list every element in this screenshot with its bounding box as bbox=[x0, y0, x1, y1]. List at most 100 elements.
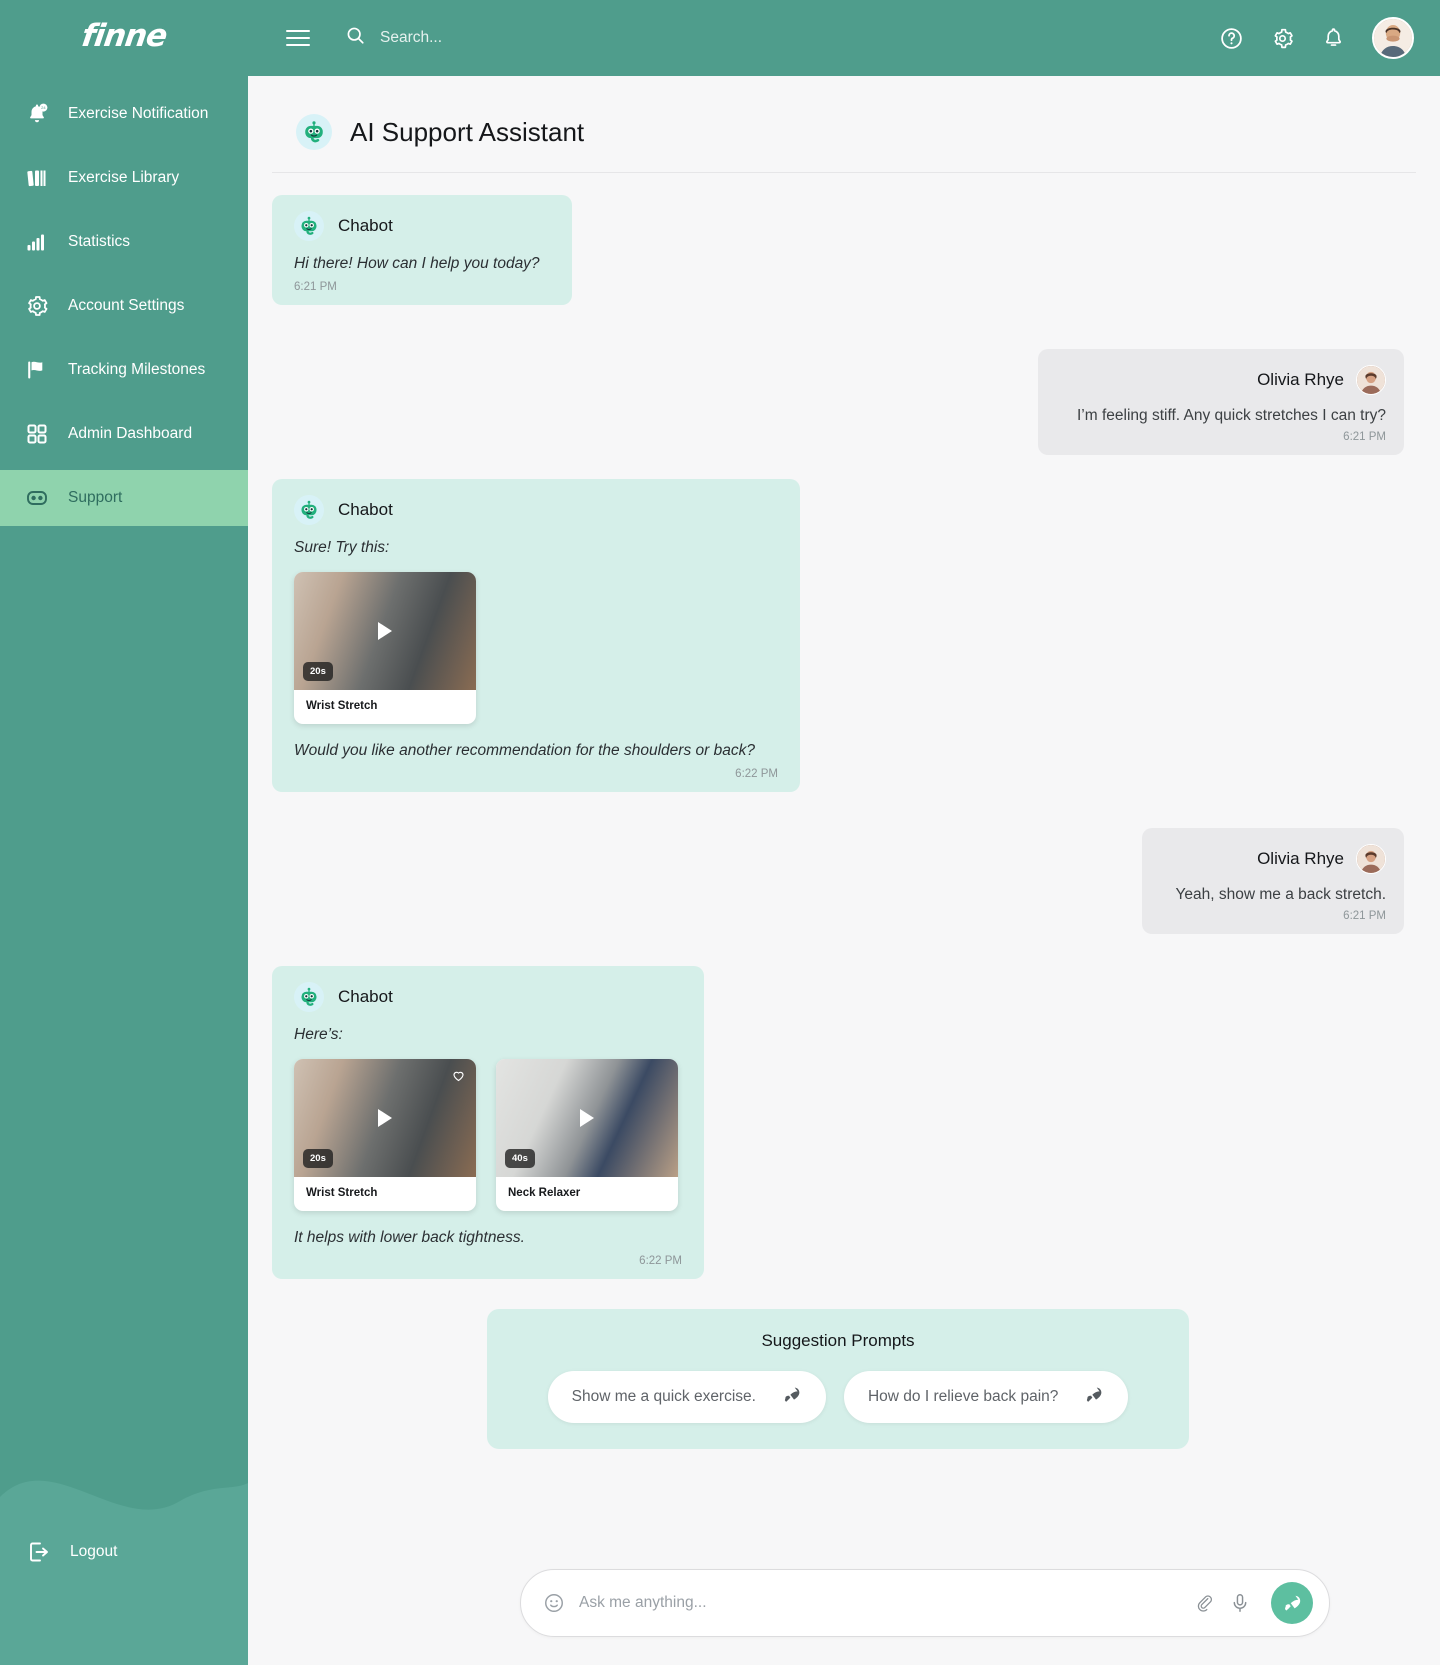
bot-sender-name: Chabot bbox=[338, 500, 393, 520]
user-message-header: Olivia Rhye bbox=[1164, 844, 1386, 875]
suggestion-prompts-title: Suggestion Prompts bbox=[761, 1331, 915, 1351]
gear-icon[interactable] bbox=[1270, 26, 1295, 51]
message-timestamp: 6:21 PM bbox=[1343, 910, 1386, 923]
bot-message-header: Chabot bbox=[294, 211, 550, 241]
microphone-icon[interactable] bbox=[1229, 1592, 1251, 1614]
suggestion-prompts-panel: Suggestion Prompts Show me a quick exerc… bbox=[487, 1309, 1189, 1450]
user-message-text: Yeah, show me a back stretch. bbox=[1175, 886, 1386, 904]
video-card-title: Neck Relaxer bbox=[508, 1186, 581, 1199]
user-sender-name: Olivia Rhye bbox=[1257, 370, 1344, 390]
video-duration-badge: 20s bbox=[303, 1148, 333, 1168]
video-card[interactable]: 20s Wrist Stretch bbox=[294, 571, 476, 724]
message-row: Chabot Sure! Try this: 20s Wrist Stretch bbox=[272, 479, 1404, 793]
play-icon[interactable] bbox=[378, 1108, 392, 1127]
paperclip-icon[interactable] bbox=[1193, 1592, 1215, 1614]
user-message-bubble: Olivia Rhye I’m feeling stiff. Any quick… bbox=[1038, 349, 1404, 456]
sidebar-item-support[interactable]: Support bbox=[0, 470, 248, 526]
rocket-icon bbox=[782, 1385, 802, 1410]
sidebar-item-label: Account Settings bbox=[68, 297, 185, 314]
brand-name: finne bbox=[79, 18, 169, 54]
play-icon[interactable] bbox=[378, 621, 392, 640]
smiley-icon[interactable] bbox=[543, 1592, 565, 1614]
video-card-list: 20s Wrist Stretch bbox=[294, 571, 778, 724]
sidebar-item-label: Admin Dashboard bbox=[68, 425, 193, 442]
sidebar-item-exercise-notification[interactable]: 24 Exercise Notification bbox=[0, 86, 248, 142]
video-card-list: 20s Wrist Stretch 40s Neck Relaxer bbox=[294, 1058, 682, 1211]
user-message-text: I’m feeling stiff. Any quick stretches I… bbox=[1077, 407, 1386, 425]
bot-message-bubble: Chabot Hi there! How can I help you toda… bbox=[272, 195, 572, 306]
suggestion-pill-back-pain[interactable]: How do I relieve back pain? bbox=[843, 1371, 1129, 1424]
avatar[interactable] bbox=[1372, 17, 1414, 59]
suggestion-pill-label: How do I relieve back pain? bbox=[867, 1388, 1059, 1406]
bot-message-header: Chabot bbox=[294, 982, 682, 1013]
main-area: AI Support Assistant Chabot Hi there! Ho… bbox=[248, 0, 1440, 1665]
sidebar-item-account-settings[interactable]: Account Settings bbox=[0, 278, 248, 334]
video-thumbnail[interactable]: 20s bbox=[294, 571, 476, 690]
robot-avatar-icon bbox=[294, 211, 324, 241]
page-title-bar: AI Support Assistant bbox=[272, 76, 1416, 173]
sidebar-item-exercise-library[interactable]: Exercise Library bbox=[0, 150, 248, 206]
message-input[interactable] bbox=[579, 1594, 1179, 1612]
sidebar-item-label: Support bbox=[68, 489, 123, 506]
message-timestamp: 6:21 PM bbox=[294, 281, 337, 294]
sidebar-wave-decoration bbox=[0, 1480, 248, 1665]
robot-avatar-icon bbox=[294, 982, 324, 1013]
video-card-title: Wrist Stretch bbox=[306, 1186, 378, 1199]
video-thumbnail[interactable]: 20s bbox=[294, 1058, 476, 1177]
logout-button[interactable]: Logout bbox=[0, 1539, 117, 1565]
bell-icon[interactable] bbox=[1321, 26, 1346, 51]
sidebar-item-label: Exercise Library bbox=[68, 169, 180, 186]
message-composer[interactable] bbox=[520, 1569, 1330, 1637]
bot-message-header: Chabot bbox=[294, 495, 778, 526]
sidebar-item-tracking-milestones[interactable]: Tracking Milestones bbox=[0, 342, 248, 398]
bar-chart-icon bbox=[24, 229, 50, 255]
logout-icon bbox=[26, 1539, 52, 1565]
bell-notification-icon: 24 bbox=[24, 101, 50, 127]
message-timestamp: 6:21 PM bbox=[1343, 431, 1386, 444]
rocket-icon bbox=[1084, 1385, 1104, 1410]
heart-icon[interactable] bbox=[451, 1068, 466, 1088]
chat-content: AI Support Assistant Chabot Hi there! Ho… bbox=[248, 76, 1440, 1665]
top-actions bbox=[1219, 17, 1414, 59]
logout-label: Logout bbox=[70, 1543, 118, 1560]
sidebar-item-statistics[interactable]: Statistics bbox=[0, 214, 248, 270]
search-icon bbox=[345, 25, 366, 51]
video-card[interactable]: 40s Neck Relaxer bbox=[496, 1058, 678, 1211]
bot-message-text: Hi there! How can I help you today? bbox=[294, 255, 540, 272]
send-button[interactable] bbox=[1271, 1582, 1313, 1624]
bot-message-text: Here’s: bbox=[294, 1026, 343, 1044]
message-row: Olivia Rhye I’m feeling stiff. Any quick… bbox=[272, 349, 1404, 456]
bot-message-followup-text: It helps with lower back tightness. bbox=[294, 1228, 525, 1246]
video-duration-badge: 40s bbox=[505, 1148, 535, 1168]
search-box[interactable] bbox=[345, 25, 680, 51]
flag-icon bbox=[24, 357, 50, 383]
hamburger-icon[interactable] bbox=[286, 30, 310, 46]
video-card[interactable]: 20s Wrist Stretch bbox=[294, 1058, 476, 1211]
message-row: Chabot Here’s: 20s Wrist Stretch 40s Nec… bbox=[272, 966, 1404, 1280]
robot-avatar-icon bbox=[294, 495, 324, 526]
avatar bbox=[1356, 365, 1386, 396]
play-icon[interactable] bbox=[580, 1108, 594, 1127]
bot-message-text: Sure! Try this: bbox=[294, 539, 390, 557]
books-icon bbox=[24, 165, 50, 191]
sidebar-item-admin-dashboard[interactable]: Admin Dashboard bbox=[0, 406, 248, 462]
search-input[interactable] bbox=[380, 29, 680, 47]
chat-bot-icon bbox=[24, 485, 50, 511]
bot-sender-name: Chabot bbox=[338, 987, 393, 1007]
grid-icon bbox=[24, 421, 50, 447]
sidebar-item-label: Tracking Milestones bbox=[68, 361, 206, 378]
message-list: Chabot Hi there! How can I help you toda… bbox=[248, 173, 1440, 1450]
message-timestamp: 6:22 PM bbox=[639, 1255, 682, 1268]
help-circle-icon[interactable] bbox=[1219, 26, 1244, 51]
video-card-title: Wrist Stretch bbox=[306, 699, 378, 712]
sidebar-nav: 24 Exercise Notification Exercise Librar… bbox=[0, 86, 248, 534]
brand-logo[interactable]: finne bbox=[0, 0, 248, 76]
suggestion-pill-list: Show me a quick exercise. How do I relie… bbox=[509, 1371, 1167, 1424]
message-row: Chabot Hi there! How can I help you toda… bbox=[272, 195, 1404, 306]
video-thumbnail[interactable]: 40s bbox=[496, 1058, 678, 1177]
suggestion-prompts-section: Suggestion Prompts Show me a quick exerc… bbox=[272, 1309, 1404, 1450]
video-duration-badge: 20s bbox=[303, 661, 333, 681]
bot-message-bubble: Chabot Here’s: 20s Wrist Stretch 40s Nec… bbox=[272, 966, 704, 1280]
suggestion-pill-quick-exercise[interactable]: Show me a quick exercise. bbox=[547, 1371, 826, 1424]
sidebar-item-label: Exercise Notification bbox=[68, 105, 209, 122]
